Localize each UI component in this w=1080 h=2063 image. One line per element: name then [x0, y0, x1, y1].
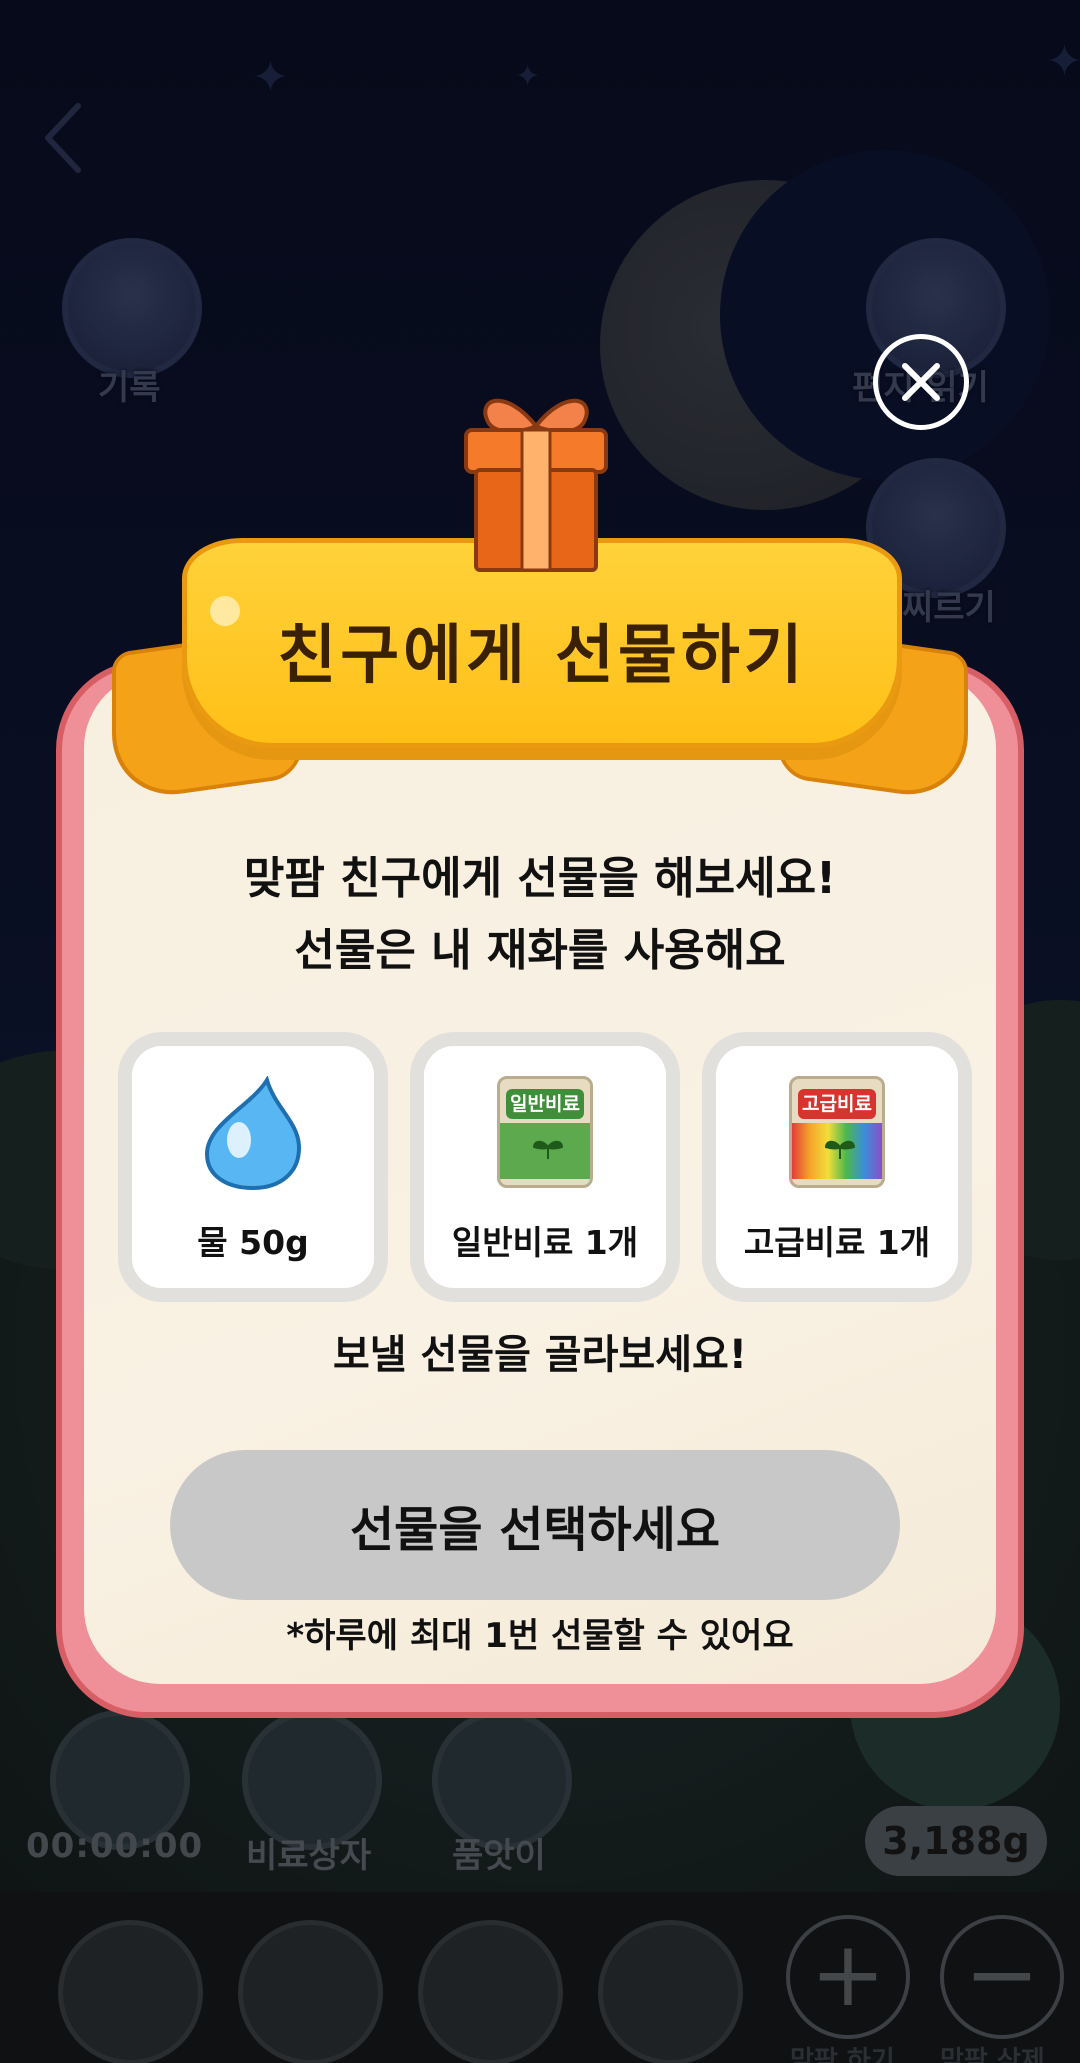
- gift-option-label: 일반비료 1개: [451, 1223, 639, 1262]
- gift-option-label: 고급비료 1개: [743, 1223, 931, 1262]
- water-drop-icon: [204, 1076, 302, 1191]
- gift-box-icon: [464, 398, 608, 572]
- description-line-2: 선물은 내 재화를 사용해요: [294, 925, 786, 976]
- send-gift-button[interactable]: 선물을 선택하세요: [170, 1450, 900, 1600]
- gift-option-normal-fertilizer[interactable]: 일반비료 일반비료 1개: [410, 1032, 680, 1302]
- premium-fertilizer-icon: 고급비료: [789, 1076, 885, 1188]
- description-line-1: 맞팜 친구에게 선물을 해보세요!: [243, 853, 837, 904]
- dialog-title: 친구에게 선물하기: [277, 619, 807, 693]
- gift-option-water[interactable]: 물 50g: [118, 1032, 388, 1302]
- daily-limit-note: *하루에 최대 1번 선물할 수 있어요: [286, 1616, 794, 1656]
- gift-option-label: 물 50g: [197, 1223, 309, 1262]
- close-icon: [902, 363, 940, 401]
- close-button[interactable]: [873, 334, 969, 430]
- gift-option-premium-fertilizer[interactable]: 고급비료 고급비료 1개: [702, 1032, 972, 1302]
- normal-fertilizer-icon: 일반비료: [497, 1076, 593, 1188]
- choose-prompt: 보낼 선물을 골라보세요!: [332, 1332, 748, 1378]
